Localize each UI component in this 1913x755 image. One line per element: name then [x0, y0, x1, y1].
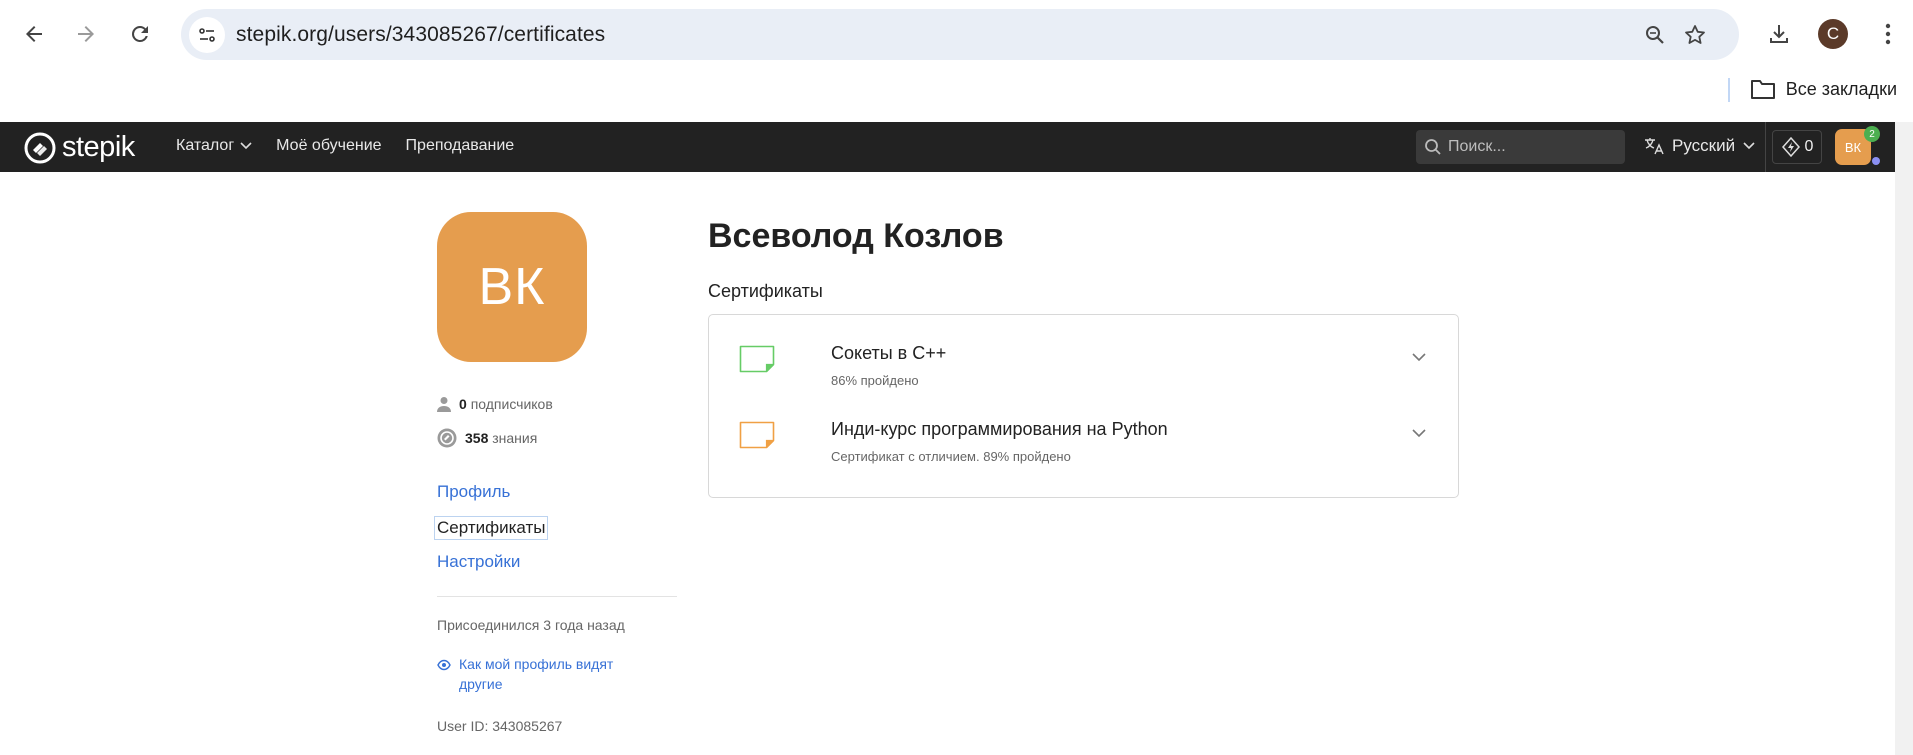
site-settings-icon[interactable]	[189, 17, 225, 53]
chevron-down-icon	[1743, 142, 1755, 150]
certificate-subtitle: 86% пройдено	[831, 373, 919, 388]
bookmarks-separator	[1728, 78, 1730, 102]
bookmark-star-icon[interactable]	[1681, 21, 1709, 49]
user-icon	[437, 397, 451, 412]
stepik-logo[interactable]: stepik	[24, 131, 135, 164]
arrow-left-icon	[26, 26, 42, 42]
certificate-item[interactable]: Сокеты в C++ 86% пройдено	[739, 335, 1429, 395]
header-separator	[1765, 122, 1766, 172]
certificate-icon	[739, 421, 775, 449]
notifications-badge[interactable]: 2	[1864, 126, 1880, 142]
energy-count: 0	[1804, 138, 1814, 155]
sidebar-link-certificates[interactable]: Сертификаты	[434, 516, 549, 540]
page-title: Всеволод Козлов	[708, 217, 1004, 255]
search-icon	[1425, 139, 1441, 155]
chevron-down-icon	[240, 142, 252, 150]
reload-icon	[132, 25, 148, 42]
menu-my-learning-label: Моё обучение	[276, 137, 382, 154]
sidebar-link-settings[interactable]: Настройки	[437, 552, 520, 572]
address-bar[interactable]: stepik.org/users/343085267/certificates	[181, 9, 1739, 60]
section-title: Сертификаты	[708, 281, 823, 301]
profile-visibility-link[interactable]: Как мой профиль видят другие	[437, 654, 657, 694]
certificate-item[interactable]: Инди-курс программирования на Python Сер…	[739, 411, 1429, 471]
all-bookmarks-label: Все закладки	[1785, 78, 1897, 99]
profile-avatar: C	[1818, 19, 1848, 49]
site-search[interactable]	[1416, 130, 1625, 164]
certificate-subtitle: Сертификат с отличием. 89% пройдено	[831, 449, 1071, 464]
user-id-text: User ID: 343085267	[437, 718, 563, 734]
profile-avatar-large: ВК	[437, 212, 587, 362]
sidebar-divider	[437, 596, 677, 597]
logo-text: stepik	[62, 131, 135, 163]
profile-button[interactable]: C	[1813, 14, 1853, 54]
energy-button[interactable]: 0	[1772, 130, 1822, 164]
browser-menu-button[interactable]	[1873, 14, 1903, 54]
browser-chrome: stepik.org/users/343085267/certificates …	[0, 0, 1913, 122]
folder-icon	[1750, 80, 1775, 99]
certificates-list: Сокеты в C++ 86% пройдено Инди-курс прог…	[708, 314, 1459, 498]
download-icon	[1770, 25, 1788, 43]
arrow-right-icon	[78, 26, 94, 42]
online-status-dot	[1872, 157, 1880, 165]
zoom-icon[interactable]	[1641, 21, 1669, 49]
certificate-title[interactable]: Сокеты в C++	[831, 343, 946, 364]
language-label: Русский	[1672, 136, 1736, 155]
certificate-icon	[739, 345, 775, 373]
back-button[interactable]	[14, 14, 54, 54]
menu-teaching[interactable]: Преподавание	[406, 137, 515, 155]
profile-visibility-label: Как мой профиль видят другие	[459, 656, 614, 692]
main-menu: Каталог Моё обучение Преподавание	[176, 137, 514, 155]
sidebar-link-profile[interactable]: Профиль	[437, 482, 510, 502]
chevron-down-icon[interactable]	[1409, 423, 1429, 443]
menu-teaching-label: Преподавание	[405, 137, 515, 154]
knowledge-stat: 358 знания	[437, 428, 537, 448]
followers-count: 0	[459, 396, 467, 412]
more-vertical-icon	[1885, 23, 1891, 45]
search-input[interactable]	[1448, 138, 1608, 156]
followers-stat: 0 подписчиков	[437, 396, 553, 412]
language-selector[interactable]: Русский	[1644, 136, 1755, 156]
joined-text: Присоединился 3 года назад	[437, 617, 625, 633]
downloads-button[interactable]	[1759, 14, 1799, 54]
knowledge-count: 358	[465, 430, 489, 446]
energy-icon	[1781, 137, 1800, 157]
stepik-logo-icon	[24, 132, 56, 163]
page-scrollbar[interactable]	[1895, 122, 1913, 755]
knowledge-label: знания	[492, 430, 538, 446]
chevron-down-icon[interactable]	[1409, 347, 1429, 367]
reload-button[interactable]	[120, 14, 160, 54]
site-header: stepik Каталог Моё обучение Преподавание…	[0, 122, 1895, 172]
translate-icon	[1645, 138, 1664, 155]
url-text[interactable]: stepik.org/users/343085267/certificates	[236, 23, 605, 47]
followers-label: подписчиков	[470, 396, 553, 412]
forward-button[interactable]	[66, 14, 106, 54]
eye-icon	[437, 659, 451, 671]
menu-my-learning[interactable]: Моё обучение	[276, 137, 381, 155]
stepik-knowledge-icon	[437, 428, 457, 448]
all-bookmarks-button[interactable]: Все закладки	[1750, 78, 1897, 100]
certificate-title[interactable]: Инди-курс программирования на Python	[831, 419, 1168, 440]
menu-catalog-label: Каталог	[176, 137, 235, 154]
menu-catalog[interactable]: Каталог	[176, 137, 252, 155]
